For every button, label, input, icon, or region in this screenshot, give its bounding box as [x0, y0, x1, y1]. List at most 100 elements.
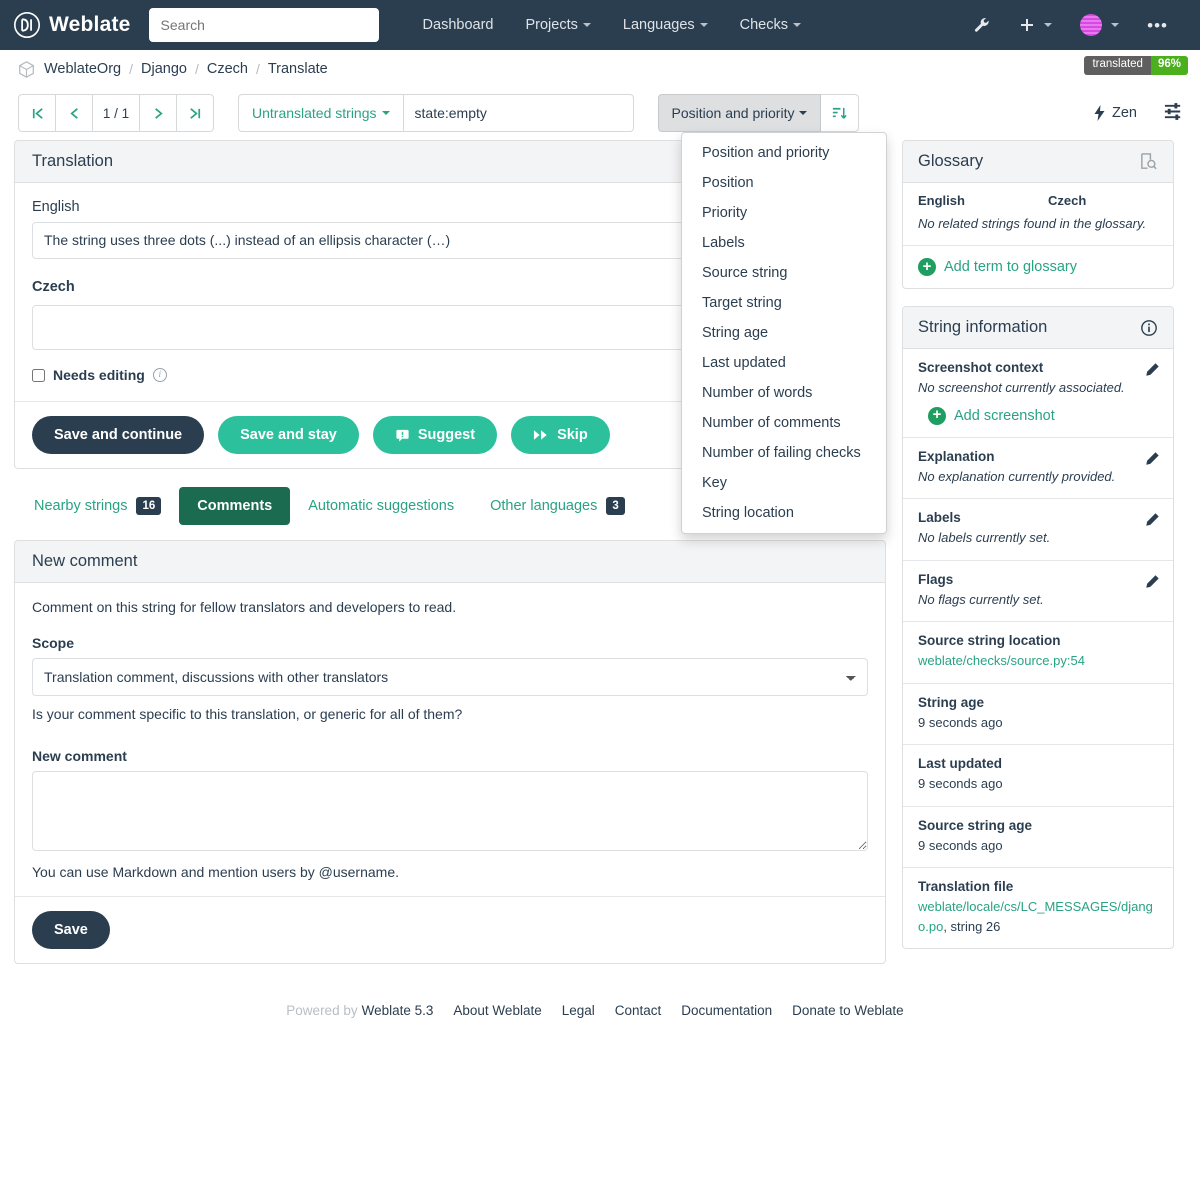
sort-option-target-string[interactable]: Target string — [682, 288, 886, 318]
sort-ascending-icon — [833, 107, 848, 119]
user-menu-button[interactable] — [1068, 8, 1131, 42]
filter-group: Untranslated strings — [238, 94, 634, 132]
row-title: Explanation — [918, 448, 995, 464]
glossary-search-icon[interactable] — [1139, 152, 1158, 171]
nav-link-projects[interactable]: Projects — [509, 9, 606, 41]
plus-icon — [1021, 19, 1034, 31]
footer-link-about[interactable]: About Weblate — [453, 1003, 541, 1018]
nav-label: Dashboard — [422, 17, 494, 33]
search-input[interactable] — [148, 8, 379, 42]
breadcrumb-item-project[interactable]: Django — [141, 61, 187, 77]
row-value: 9 seconds ago — [918, 714, 1003, 730]
brand-logo[interactable]: Weblate — [14, 12, 131, 38]
breadcrumb-item-org[interactable]: WeblateOrg — [44, 61, 121, 77]
filter-dropdown-label: Untranslated strings — [252, 105, 377, 121]
sort-option-last-updated[interactable]: Last updated — [682, 348, 886, 378]
last-page-button[interactable] — [176, 94, 214, 132]
add-term-to-glossary-button[interactable]: + Add term to glossary — [903, 246, 1173, 288]
row-value: weblate/locale/cs/LC_MESSAGES/django.po,… — [918, 897, 1158, 936]
add-menu-button[interactable] — [1007, 11, 1064, 39]
row-title: Last updated — [918, 756, 1003, 771]
skip-button[interactable]: Skip — [511, 416, 610, 454]
sort-option-position-and-priority[interactable]: Position and priority — [682, 138, 886, 168]
nav-link-languages[interactable]: Languages — [607, 9, 724, 41]
button-label: Save and continue — [54, 427, 183, 443]
glossary-panel: Glossary English Czech No related string… — [902, 140, 1174, 289]
previous-page-button[interactable] — [55, 94, 93, 132]
sort-option-priority[interactable]: Priority — [682, 198, 886, 228]
string-info-row-source-string-age: Source string age 9 seconds ago — [903, 807, 1173, 868]
info-circle-icon[interactable] — [1140, 319, 1158, 337]
breadcrumb-item-language[interactable]: Czech — [207, 61, 248, 77]
search-query-input[interactable] — [403, 94, 634, 132]
first-page-button[interactable] — [18, 94, 56, 132]
filter-dropdown[interactable]: Untranslated strings — [238, 94, 404, 132]
nav-link-checks[interactable]: Checks — [724, 9, 817, 41]
footer-link-documentation[interactable]: Documentation — [681, 1003, 772, 1018]
translation-toolbar: 1 / 1 Untranslated strings Position and … — [0, 88, 1200, 534]
row-title: Source string age — [918, 817, 1033, 833]
sort-direction-button[interactable] — [821, 94, 860, 132]
sort-option-position[interactable]: Position — [682, 168, 886, 198]
edit-pencil-icon[interactable] — [1144, 362, 1160, 378]
needs-editing-label[interactable]: Needs editing — [53, 367, 145, 383]
chevron-down-icon — [699, 23, 708, 28]
edit-pencil-icon[interactable] — [1144, 574, 1160, 590]
comment-help-text: You can use Markdown and mention users b… — [32, 864, 400, 880]
string-information-panel: String information Screenshot context No… — [902, 306, 1174, 949]
save-and-stay-button[interactable]: Save and stay — [218, 416, 359, 454]
breadcrumb: WeblateOrg / Django / Czech / Translate … — [0, 50, 1200, 88]
sort-option-source-string[interactable]: Source string — [682, 258, 886, 288]
tab-nearby-strings[interactable]: Nearby strings 16 — [16, 486, 179, 526]
wrench-icon — [975, 17, 989, 32]
sort-dropdown[interactable]: Position and priority — [657, 94, 822, 132]
breadcrumb-item-translate[interactable]: Translate — [268, 61, 328, 77]
sort-option-string-location[interactable]: String location — [682, 498, 886, 528]
save-and-continue-button[interactable]: Save and continue — [32, 416, 205, 454]
sort-option-labels[interactable]: Labels — [682, 228, 886, 258]
footer-link-weblate-version[interactable]: Weblate 5.3 — [362, 1003, 434, 1018]
display-settings-button[interactable] — [1163, 101, 1184, 125]
scope-select[interactable]: Translation comment, discussions with ot… — [32, 658, 868, 696]
nav-link-dashboard[interactable]: Dashboard — [407, 9, 510, 41]
comment-textarea[interactable] — [32, 771, 868, 851]
zen-mode-button[interactable]: Zen — [1093, 105, 1137, 121]
footer-link-legal[interactable]: Legal — [562, 1003, 595, 1018]
save-comment-button[interactable]: Save — [32, 911, 110, 949]
brand-name: Weblate — [49, 13, 131, 36]
edit-pencil-icon[interactable] — [1144, 512, 1160, 528]
comment-save-row: Save — [15, 896, 885, 963]
add-screenshot-button[interactable]: + Add screenshot — [918, 398, 1158, 425]
comment-description: Comment on this string for fellow transl… — [32, 599, 457, 615]
tools-menu-button[interactable] — [961, 10, 1003, 40]
info-icon[interactable]: i — [152, 368, 167, 382]
row-value: No labels currently set. — [918, 530, 1051, 545]
footer-link-contact[interactable]: Contact — [615, 1003, 662, 1018]
plus-circle-icon: + — [918, 258, 936, 276]
more-menu-button[interactable]: ••• — [1135, 11, 1180, 40]
sort-option-string-age[interactable]: String age — [682, 318, 886, 348]
row-title: Source string location — [918, 633, 1061, 648]
footer-link-donate[interactable]: Donate to Weblate — [792, 1003, 904, 1018]
next-page-button[interactable] — [139, 94, 177, 132]
sort-option-key[interactable]: Key — [682, 468, 886, 498]
needs-editing-checkbox[interactable] — [32, 368, 45, 382]
row-value: No flags currently set. — [918, 591, 1044, 607]
chevron-down-icon — [582, 23, 591, 28]
button-label: Skip — [557, 427, 588, 443]
edit-pencil-icon[interactable] — [1144, 451, 1160, 467]
tab-automatic-suggestions[interactable]: Automatic suggestions — [290, 487, 472, 525]
tab-comments[interactable]: Comments — [179, 487, 291, 525]
string-info-row-labels: Labels No labels currently set. — [903, 499, 1173, 561]
source-string-location-link[interactable]: weblate/checks/source.py:54 — [918, 653, 1085, 668]
suggest-button[interactable]: Suggest — [372, 416, 498, 454]
sort-option-number-of-failing-checks[interactable]: Number of failing checks — [682, 438, 886, 468]
powered-by-text: Powered by — [286, 1003, 358, 1018]
glossary-title: Glossary — [918, 152, 984, 170]
sort-option-number-of-words[interactable]: Number of words — [682, 378, 886, 408]
row-title: Screenshot context — [918, 360, 1044, 375]
sort-option-number-of-comments[interactable]: Number of comments — [682, 408, 886, 438]
tab-other-languages[interactable]: Other languages 3 — [472, 486, 643, 526]
button-label: Suggest — [417, 427, 476, 443]
nav-label: Projects — [525, 17, 578, 33]
